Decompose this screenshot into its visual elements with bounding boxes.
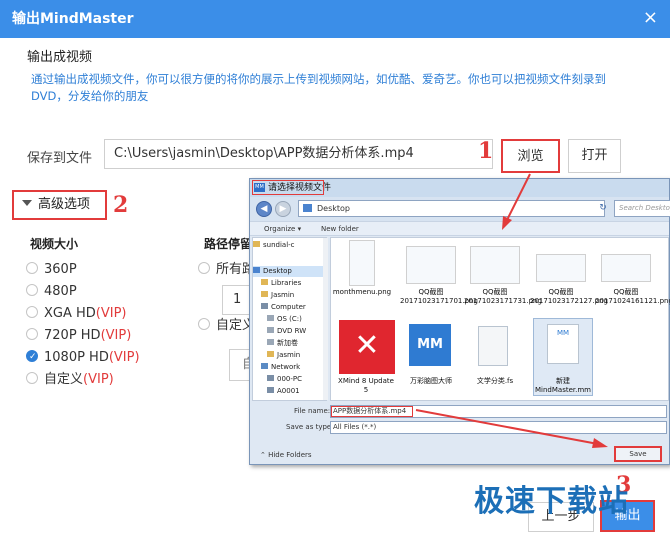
arrow-to-save-button xyxy=(415,409,599,445)
arrowhead xyxy=(592,438,608,448)
arrowhead xyxy=(502,216,512,230)
arrow-to-file-list xyxy=(505,173,531,223)
annotation-arrows xyxy=(415,173,608,448)
